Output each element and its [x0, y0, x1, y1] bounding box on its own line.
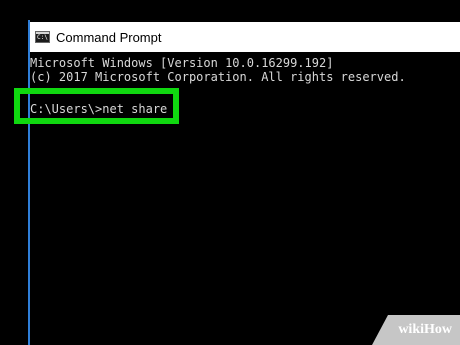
cmd-icon-text: C:\ — [37, 34, 48, 41]
highlight-box — [14, 88, 179, 124]
window-titlebar[interactable]: C:\ Command Prompt — [30, 22, 460, 52]
cmd-icon: C:\ — [35, 31, 50, 43]
console-line: (c) 2017 Microsoft Corporation. All righ… — [30, 70, 406, 84]
window-title: Command Prompt — [56, 29, 162, 45]
screenshot: C:\ Command Prompt Microsoft Windows [Ve… — [0, 0, 460, 345]
